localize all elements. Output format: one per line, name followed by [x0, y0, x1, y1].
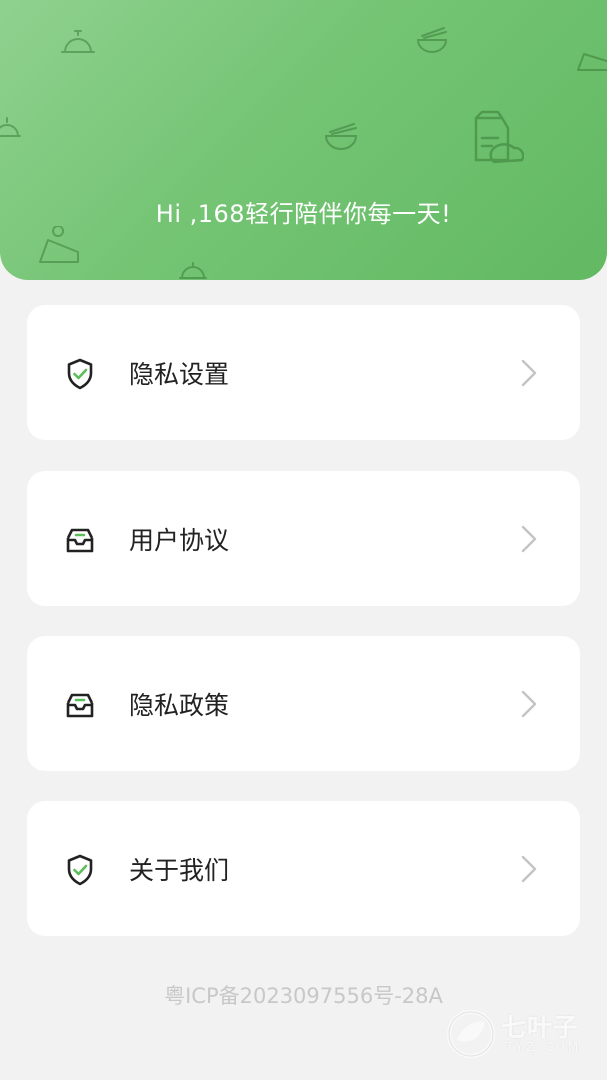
envelope-tray-icon: [66, 528, 94, 552]
chevron-right-icon: [521, 855, 537, 882]
cloche-icon: [0, 117, 21, 137]
header-banner: Hi ,168轻行陪伴你每一天!: [0, 0, 607, 280]
menu-item-privacy-policy[interactable]: 隐私政策: [27, 636, 580, 771]
envelope-tray-icon: [66, 693, 94, 717]
menu-item-label: 隐私政策: [129, 690, 230, 720]
menu-item-label: 关于我们: [129, 855, 230, 885]
watermark-name: 七叶子: [501, 1013, 580, 1042]
cloche-icon: [61, 30, 95, 53]
menu-item-about-us[interactable]: 关于我们: [27, 801, 580, 936]
menu-item-label: 用户协议: [129, 525, 230, 555]
menu-item-user-agreement[interactable]: 用户协议: [27, 471, 580, 606]
watermark-site: 7YZ.COM: [505, 1040, 582, 1054]
bread-bag-icon: [474, 110, 524, 164]
shield-check-icon: [67, 358, 93, 389]
noodle-bowl-icon: [416, 27, 448, 53]
cake-slice-icon: [577, 53, 607, 71]
noodle-bowl-icon: [324, 123, 358, 150]
greeting-text: Hi ,168轻行陪伴你每一天!: [155, 200, 452, 228]
cake-slice-icon: [39, 226, 79, 263]
site-watermark: 七叶子 7YZ.COM: [443, 1006, 593, 1066]
shield-check-icon: [67, 854, 93, 885]
chevron-right-icon: [521, 359, 537, 386]
chevron-right-icon: [521, 525, 537, 552]
menu-item-label: 隐私设置: [129, 359, 230, 389]
cloche-icon: [179, 262, 207, 279]
chevron-right-icon: [521, 690, 537, 717]
leaf-logo-icon: [447, 1010, 495, 1058]
menu-item-privacy-settings[interactable]: 隐私设置: [27, 305, 580, 440]
